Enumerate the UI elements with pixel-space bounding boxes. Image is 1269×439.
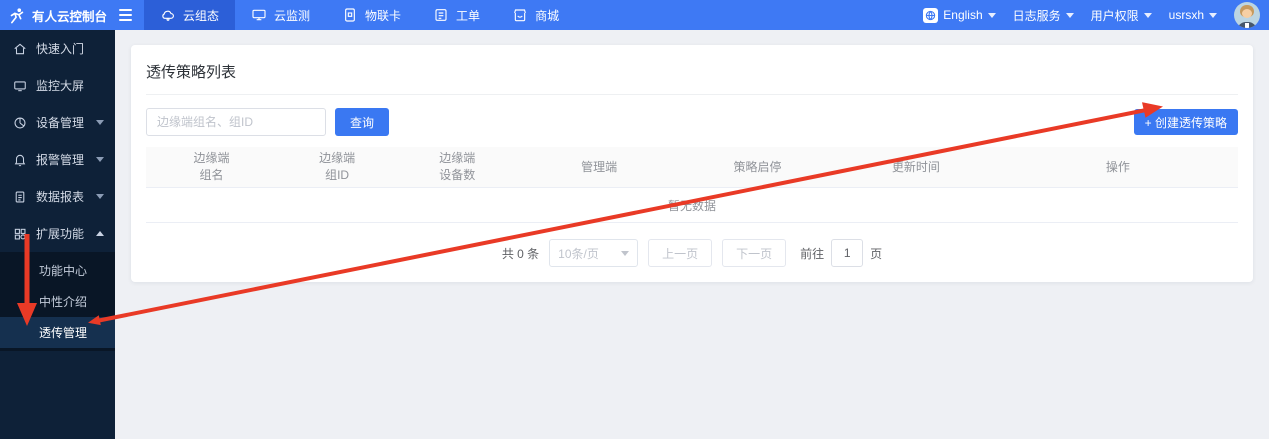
table-header-row: 边缘端组名 边缘端组ID 边缘端设备数 管理端 策略启停 更新时间 操作 [146,147,1238,188]
sidebar-item-device-management[interactable]: 设备管理 [0,104,115,141]
sidebar-subitem-label: 透传管理 [39,324,87,341]
app-logo-icon [9,7,26,24]
search-input[interactable] [146,108,326,136]
chevron-up-icon [96,231,104,236]
sidebar-item-monitor-screen[interactable]: 监控大屏 [0,67,115,104]
tab-label: 商城 [535,7,559,24]
sidebar-subitem-label: 功能中心 [39,262,87,279]
sidebar-item-data-reports[interactable]: 数据报表 [0,178,115,215]
chevron-down-icon [1066,13,1074,18]
app-title: 有人云控制台 [32,6,107,25]
pagination: 共 0 条 10条/页 上一页 下一页 前往 页 [146,239,1238,267]
sidebar-item-label: 设备管理 [36,114,84,131]
page-title: 透传策略列表 [146,45,1238,95]
chevron-down-icon [96,157,104,162]
extended-functions-submenu: 功能中心 中性介绍 透传管理 [0,252,115,351]
toolbar: 查询 + 创建透传策略 [146,108,1238,136]
chevron-down-icon [1209,13,1217,18]
sidebar-subitem-function-center[interactable]: 功能中心 [0,255,115,286]
tab-store[interactable]: 商城 [496,0,575,30]
store-icon [512,7,528,23]
sidebar-item-alarm-management[interactable]: 报警管理 [0,141,115,178]
log-service-label: 日志服务 [1013,7,1061,24]
column-header-actions: 操作 [998,147,1238,187]
chevron-down-icon [96,194,104,199]
sidebar: 快速入门 监控大屏 设备管理 报警管理 [0,30,115,439]
sidebar-item-quick-start[interactable]: 快速入门 [0,30,115,67]
cloud-icon [160,7,176,23]
tab-label: 云组态 [183,7,219,24]
sidebar-item-label: 快速入门 [36,40,84,57]
tab-iot-card[interactable]: 物联卡 [326,0,417,30]
grid-icon [13,227,27,241]
tab-label: 物联卡 [365,7,401,24]
bell-icon [13,153,27,167]
chevron-down-icon [96,120,104,125]
chevron-down-icon [988,13,996,18]
goto-prefix-label: 前往 [800,245,824,262]
tab-cloud-monitor[interactable]: 云监测 [235,0,326,30]
sidebar-item-label: 监控大屏 [36,77,84,94]
tab-label: 云监测 [274,7,310,24]
column-header-edge-group-name: 边缘端组名 [146,147,277,187]
tab-cloud-scada[interactable]: 云组态 [144,0,235,30]
permissions-label: 用户权限 [1091,7,1139,24]
empty-state-text: 暂无数据 [668,197,716,214]
main-content: 透传策略列表 查询 + 创建透传策略 边缘端组名 边缘端组ID 边缘端设备数 管… [115,30,1269,439]
goto-page-input[interactable] [831,239,863,267]
tab-work-order[interactable]: 工单 [417,0,496,30]
sidebar-item-label: 数据报表 [36,188,84,205]
translate-icon [923,8,938,23]
column-header-edge-group-id: 边缘端组ID [277,147,397,187]
sidebar-item-extended-functions[interactable]: 扩展功能 [0,215,115,252]
username-dropdown[interactable]: usrsxh [1169,8,1217,22]
prev-page-button[interactable]: 上一页 [648,239,712,267]
hamburger-menu-icon[interactable] [119,9,132,21]
total-count-label: 共 0 条 [502,245,539,262]
pie-chart-icon [13,116,27,130]
page-size-value: 10条/页 [558,245,599,262]
policy-list-card: 透传策略列表 查询 + 创建透传策略 边缘端组名 边缘端组ID 边缘端设备数 管… [131,45,1253,282]
create-policy-button[interactable]: + 创建透传策略 [1134,109,1238,135]
username-label: usrsxh [1169,8,1204,22]
empty-state: 暂无数据 [146,188,1238,223]
work-order-icon [433,7,449,23]
sim-card-icon [342,7,358,23]
monitor-icon [251,7,267,23]
sidebar-subitem-passthrough-management[interactable]: 透传管理 [0,317,115,348]
column-header-management-end: 管理端 [517,147,681,187]
tab-label: 工单 [456,7,480,24]
goto-page: 前往 页 [800,239,882,267]
language-label: English [943,8,982,22]
avatar[interactable] [1234,2,1260,28]
sidebar-item-label: 报警管理 [36,151,84,168]
sidebar-subitem-neutral-intro[interactable]: 中性介绍 [0,286,115,317]
search-button[interactable]: 查询 [335,108,389,136]
chevron-down-icon [1144,13,1152,18]
page-size-select[interactable]: 10条/页 [549,239,638,267]
log-service-dropdown[interactable]: 日志服务 [1013,7,1074,24]
language-dropdown[interactable]: English [923,8,995,23]
column-header-edge-device-count: 边缘端设备数 [397,147,517,187]
chevron-down-icon [621,251,629,256]
top-nav: 云组态 云监测 物联卡 [144,0,575,30]
sidebar-subitem-label: 中性介绍 [39,293,87,310]
big-screen-icon [13,79,27,93]
top-bar: 有人云控制台 云组态 云监测 [0,0,1269,30]
home-icon [13,42,27,56]
sidebar-item-label: 扩展功能 [36,225,84,242]
column-header-update-time: 更新时间 [834,147,998,187]
goto-suffix-label: 页 [870,245,882,262]
report-icon [13,190,27,204]
next-page-button[interactable]: 下一页 [722,239,786,267]
column-header-policy-toggle: 策略启停 [681,147,834,187]
user-permissions-dropdown[interactable]: 用户权限 [1091,7,1152,24]
brand: 有人云控制台 [0,6,117,25]
topbar-right: English 日志服务 用户权限 usrsxh [923,2,1269,28]
